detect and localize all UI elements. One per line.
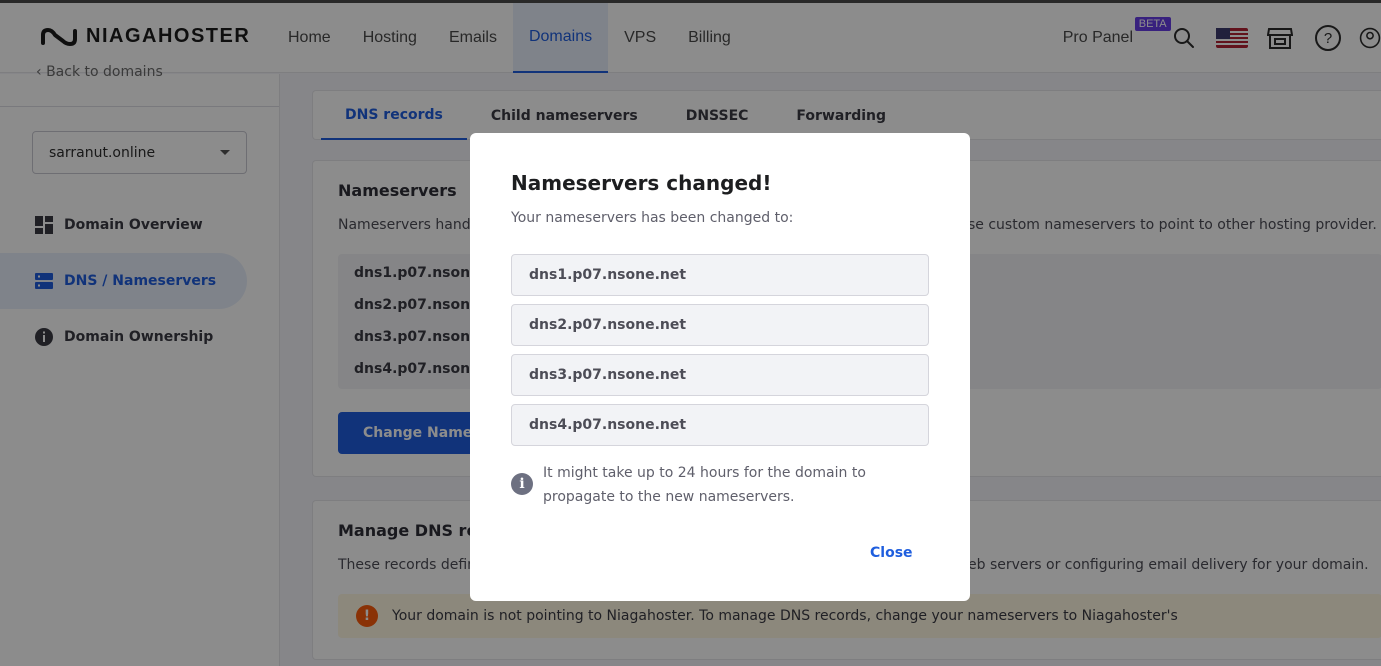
propagation-note: i It might take up to 24 hours for the d… [511,461,931,509]
info-icon: i [511,473,533,495]
close-button[interactable]: Close [870,545,913,561]
nameserver-field: dns1.p07.nsone.net [511,254,929,296]
propagation-note-text: It might take up to 24 hours for the dom… [543,465,866,505]
nameserver-field: dns4.p07.nsone.net [511,404,929,446]
nameserver-field: dns2.p07.nsone.net [511,304,929,346]
nameserver-field: dns3.p07.nsone.net [511,354,929,396]
dialog-title: Nameservers changed! [511,171,772,195]
nameservers-changed-dialog: Nameservers changed! Your nameservers ha… [470,133,970,601]
dialog-subtitle: Your nameservers has been changed to: [511,210,794,226]
